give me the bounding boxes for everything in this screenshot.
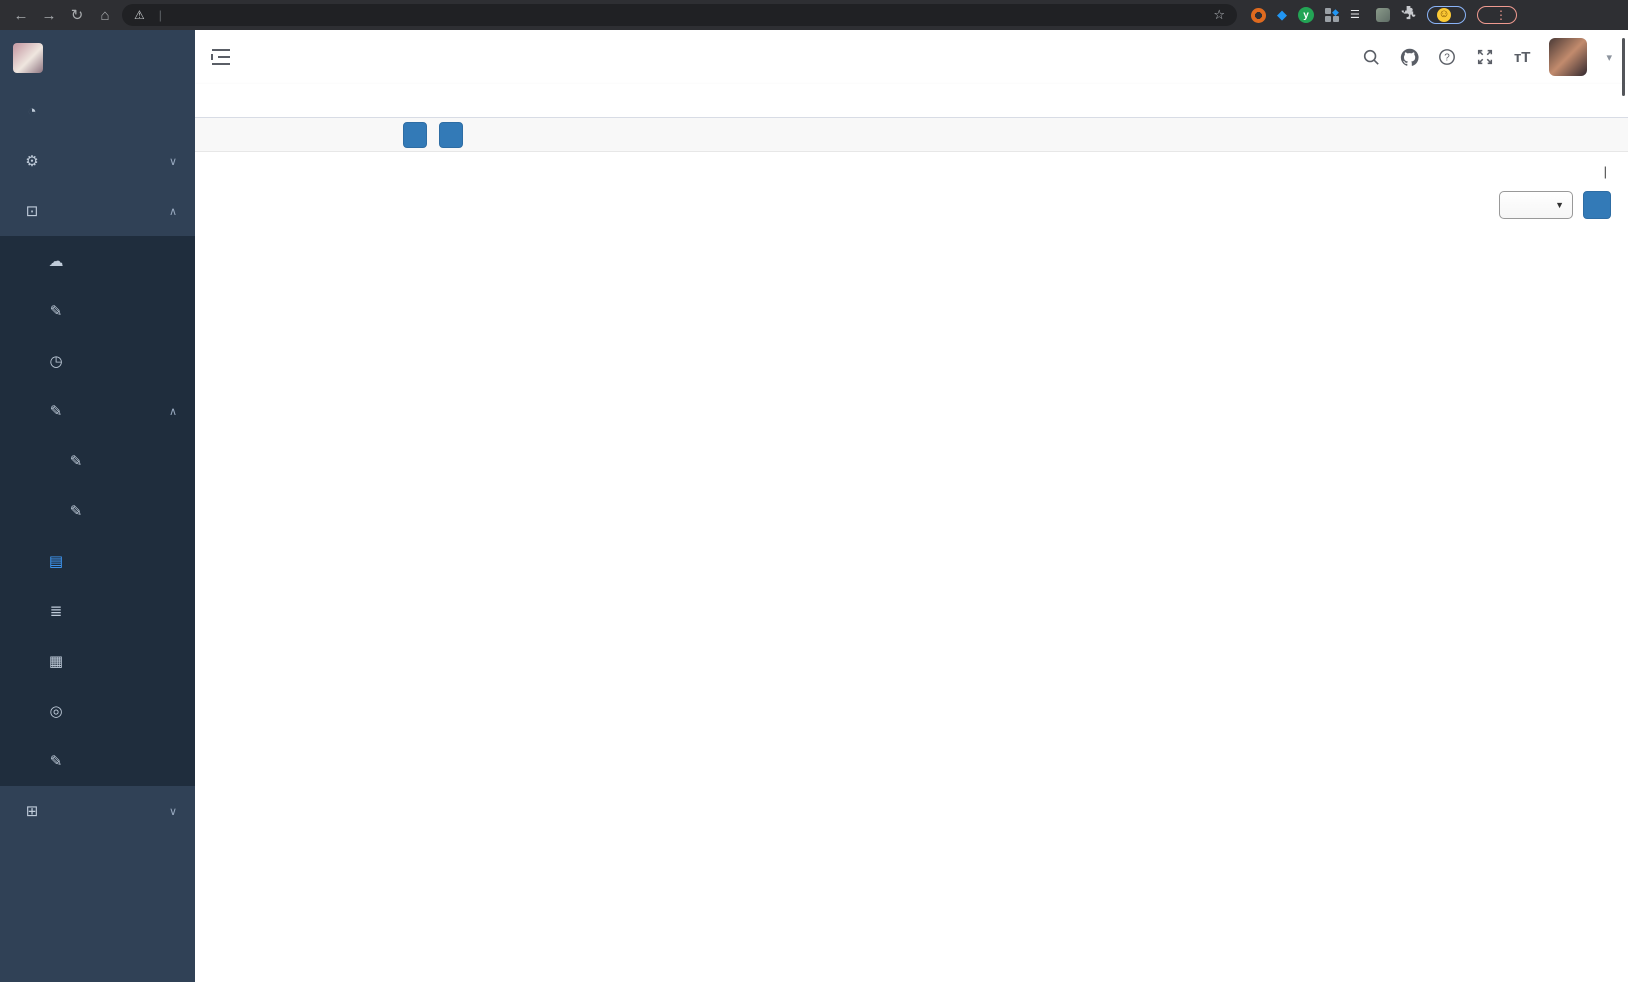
timer-icon: ◷	[44, 352, 68, 370]
app-logo-avatar	[13, 43, 43, 73]
chevron-down-icon: ∨	[169, 805, 177, 818]
sidebar-item-5[interactable]: ◷	[0, 336, 195, 386]
sidebar-item-1[interactable]: ⚙∨	[0, 136, 195, 186]
gear-icon: ⚙	[20, 152, 44, 170]
forward-icon[interactable]: →	[38, 7, 60, 24]
smiley-icon: ☺	[1437, 8, 1451, 22]
sidebar-collapse-icon[interactable]	[211, 48, 233, 66]
address-bar[interactable]: ⚠ | ☆	[122, 4, 1237, 26]
sidebar-item-9[interactable]: ▤	[0, 536, 195, 586]
reset-button[interactable]	[403, 122, 427, 148]
tools-icon: ⊞	[20, 802, 44, 820]
update-browser-button[interactable]: ⋮	[1477, 6, 1517, 24]
extension-donut-icon[interactable]	[1251, 8, 1266, 23]
sidebar-item-0[interactable]: ◔	[0, 86, 195, 136]
tags-bar	[195, 84, 1628, 118]
trace-icon: ◎	[44, 702, 68, 720]
sidebar-item-4[interactable]: ✎	[0, 286, 195, 336]
sidebar-item-10[interactable]: ≣	[0, 586, 195, 636]
warning-icon: ⚠	[134, 8, 145, 22]
back-icon[interactable]: ←	[10, 7, 32, 24]
api-log-icon: ✎	[44, 402, 68, 420]
home-icon[interactable]: ⌂	[94, 7, 116, 24]
infra-icon: ⊡	[20, 202, 44, 220]
java-icon: ▦	[44, 652, 68, 670]
chevron-down-icon: ∨	[169, 155, 177, 168]
mysql-icon: ▤	[44, 552, 68, 570]
extension-y-icon[interactable]: y	[1298, 7, 1314, 23]
pause-refresh-button[interactable]	[1583, 191, 1611, 219]
error-log-icon: ✎	[64, 502, 88, 520]
sidebar-item-14[interactable]: ⊞∨	[0, 786, 195, 836]
url-separator: |	[159, 8, 162, 22]
sidebar-item-11[interactable]: ▦	[0, 636, 195, 686]
select-caret-icon: ▼	[1555, 200, 1564, 210]
font-size-icon[interactable]: тT	[1514, 49, 1531, 66]
log-and-reset-button[interactable]	[439, 122, 463, 148]
lang-separator: |	[1604, 164, 1607, 179]
extension-tool-icon[interactable]	[1376, 8, 1390, 22]
sidebar-item-2[interactable]: ⊡∧	[0, 186, 195, 236]
paused-extension-pill[interactable]: ☺	[1427, 6, 1466, 24]
help-icon[interactable]: ?	[1438, 48, 1457, 67]
redis-icon: ≣	[44, 602, 68, 620]
sidebar-item-3[interactable]: ☁	[0, 236, 195, 286]
browser-toolbar: ← → ↻ ⌂ ⚠ | ☆ ◆ y ◆ ☰ ☺ ⋮	[0, 0, 1628, 30]
druid-navbar	[195, 118, 1628, 152]
reload-icon[interactable]: ↻	[66, 6, 88, 24]
extensions-puzzle-icon[interactable]	[1401, 5, 1416, 25]
sidebar-menu: ◔⚙∨⊡∧☁✎◷✎∧✎✎▤≣▦◎✎⊞∨	[0, 86, 195, 836]
search-icon[interactable]	[1362, 48, 1381, 67]
svg-text:?: ?	[1445, 53, 1451, 64]
sidebar-item-13[interactable]: ✎	[0, 736, 195, 786]
scrollbar-thumb[interactable]	[1622, 38, 1625, 96]
github-icon[interactable]	[1400, 48, 1419, 67]
extensions-cluster: ◆ y ◆ ☰ ☺ ⋮	[1251, 5, 1517, 25]
browser-menu-dots-icon[interactable]: ⋮	[1495, 8, 1507, 22]
log-center-icon: ✎	[44, 752, 68, 770]
druid-content: | ▼	[195, 152, 1628, 982]
sidebar-item-7[interactable]: ✎	[0, 436, 195, 486]
user-avatar[interactable]	[1549, 38, 1587, 76]
extension-list-icon[interactable]: ☰	[1350, 9, 1365, 22]
access-log-icon: ✎	[64, 452, 88, 470]
extension-gem-icon[interactable]: ◆	[1277, 7, 1287, 23]
language-switcher: |	[212, 152, 1611, 179]
upload-cloud-icon: ☁	[44, 252, 68, 270]
bookmark-star-icon[interactable]: ☆	[1213, 7, 1225, 23]
dashboard-icon: ◔	[20, 103, 44, 120]
sidebar-item-8[interactable]: ✎	[0, 486, 195, 536]
edit-icon: ✎	[44, 302, 68, 320]
fullscreen-icon[interactable]	[1476, 48, 1495, 67]
sidebar-logo[interactable]	[0, 30, 195, 86]
top-navbar: ? тT ▾	[195, 30, 1628, 84]
extension-grid-icon[interactable]: ◆	[1325, 8, 1339, 22]
caret-down-icon[interactable]: ▾	[1606, 51, 1612, 64]
chevron-up-icon: ∧	[169, 405, 177, 418]
refresh-interval-select[interactable]: ▼	[1499, 191, 1573, 219]
chevron-up-icon: ∧	[169, 205, 177, 218]
sidebar-item-6[interactable]: ✎∧	[0, 386, 195, 436]
sidebar-item-12[interactable]: ◎	[0, 686, 195, 736]
sidebar: ◔⚙∨⊡∧☁✎◷✎∧✎✎▤≣▦◎✎⊞∨	[0, 30, 195, 982]
